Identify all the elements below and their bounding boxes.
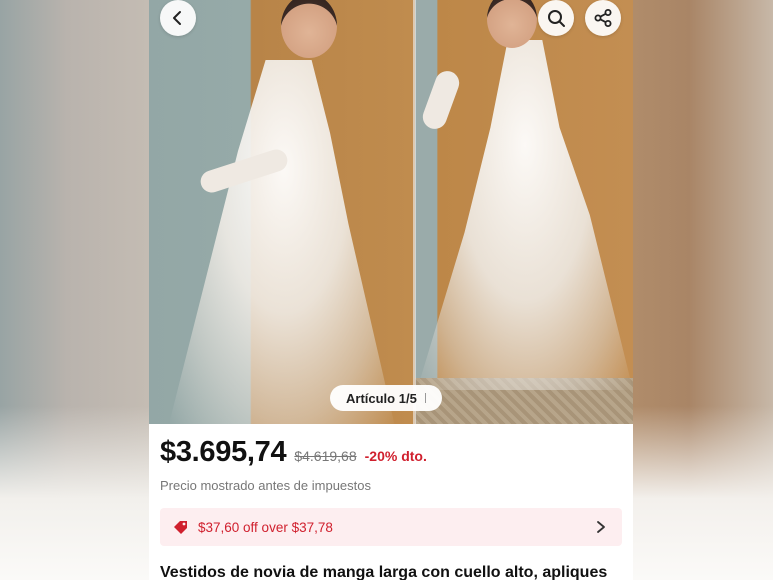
product-info-card: $3.695,74 $4.619,68 -20% dto. Precio mos… — [149, 424, 633, 580]
price-row: $3.695,74 $4.619,68 -20% dto. — [160, 436, 427, 469]
current-price: $3.695,74 — [160, 436, 286, 469]
search-icon — [546, 8, 566, 28]
share-button[interactable] — [585, 0, 621, 36]
photo-divider — [413, 0, 416, 424]
product-image-gallery[interactable]: Artículo 1/5 — [149, 0, 633, 424]
back-button[interactable] — [160, 0, 196, 36]
tag-icon — [172, 518, 190, 536]
coupon-text: $37,60 off over $37,78 — [198, 520, 333, 535]
blurred-backdrop-right — [633, 0, 773, 580]
blurred-backdrop-left — [0, 0, 149, 580]
product-page: Artículo 1/5 $3.695,74 $4.619,68 -20% dt… — [149, 0, 633, 580]
chevron-left-icon — [168, 8, 188, 28]
share-icon — [593, 8, 613, 28]
chevron-right-icon — [594, 519, 608, 535]
image-counter-pill[interactable]: Artículo 1/5 — [330, 385, 442, 411]
coupon-banner[interactable]: $37,60 off over $37,78 — [160, 508, 622, 546]
search-button[interactable] — [538, 0, 574, 36]
pill-separator — [425, 393, 426, 403]
product-title[interactable]: Vestidos de novia de manga larga con cue… — [160, 564, 630, 580]
image-counter-label: Artículo 1/5 — [346, 391, 417, 406]
tax-note: Precio mostrado antes de impuestos — [160, 478, 371, 493]
discount-badge: -20% dto. — [365, 448, 427, 464]
original-price: $4.619,68 — [294, 448, 356, 464]
